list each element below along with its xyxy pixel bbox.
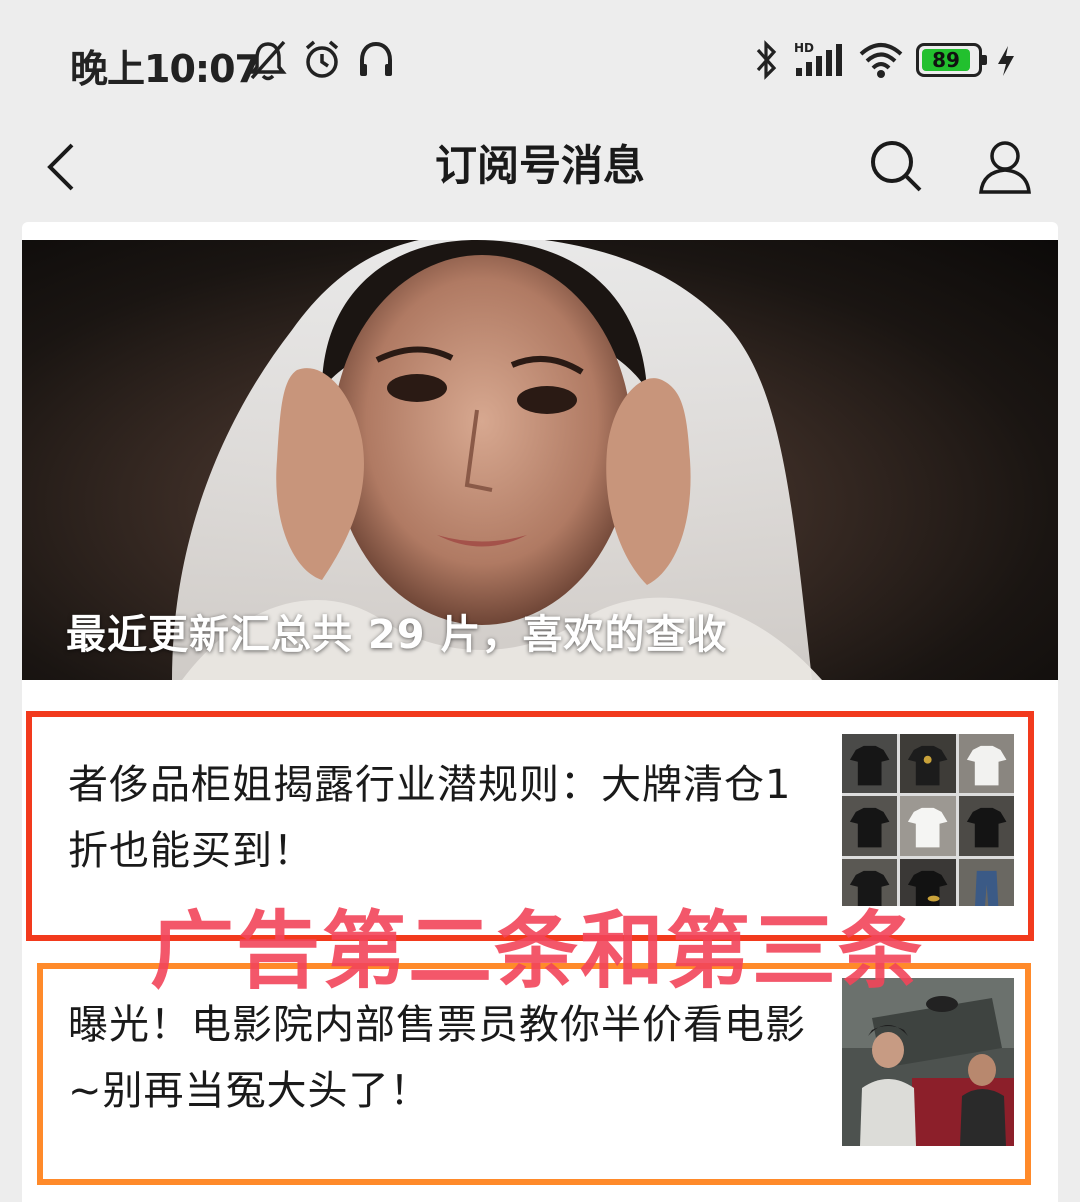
profile-button[interactable] — [970, 130, 1040, 206]
status-bar: 晚上10:07 HD 89 — [0, 0, 1080, 118]
battery-level: 89 — [932, 48, 960, 72]
movie-still-thumbnail — [842, 978, 1014, 1146]
svg-text:HD: HD — [794, 41, 814, 55]
mute-bell-icon — [248, 38, 288, 82]
status-time: 晚上10:07 — [70, 47, 261, 91]
search-button[interactable] — [862, 130, 930, 206]
article-item[interactable]: 曝光！电影院内部售票员教你半价看电影~别再当冤大头了！ — [22, 970, 1058, 1190]
battery-icon: 89 — [916, 43, 987, 77]
hd-signal-icon: HD — [794, 38, 846, 82]
hero-caption: 最近更新汇总共 29 片，喜欢的查收 — [66, 612, 728, 658]
nav-bar: 订阅号消息 — [0, 118, 1080, 218]
status-icons-left — [248, 38, 396, 82]
clothing-grid-thumbnail — [842, 734, 1014, 906]
person-icon — [975, 136, 1035, 200]
message-card: 最近更新汇总共 29 片，喜欢的查收 者侈品柜姐揭露行业潜规则：大牌清仓1折也能… — [22, 222, 1058, 1202]
bluetooth-icon — [752, 38, 782, 82]
headset-icon — [356, 38, 396, 82]
status-icons-right: HD 89 — [752, 38, 1018, 82]
charging-icon — [994, 38, 1018, 82]
search-icon — [866, 136, 926, 200]
article-title: 者侈品柜姐揭露行业潜规则：大牌清仓1折也能买到！ — [68, 762, 792, 874]
hero-article[interactable]: 最近更新汇总共 29 片，喜欢的查收 — [22, 240, 1058, 680]
article-title: 曝光！电影院内部售票员教你半价看电影~别再当冤大头了！ — [68, 1002, 806, 1114]
article-item[interactable]: 者侈品柜姐揭露行业潜规则：大牌清仓1折也能买到！ — [22, 712, 1058, 940]
wifi-icon — [858, 38, 904, 82]
alarm-icon — [302, 38, 342, 82]
